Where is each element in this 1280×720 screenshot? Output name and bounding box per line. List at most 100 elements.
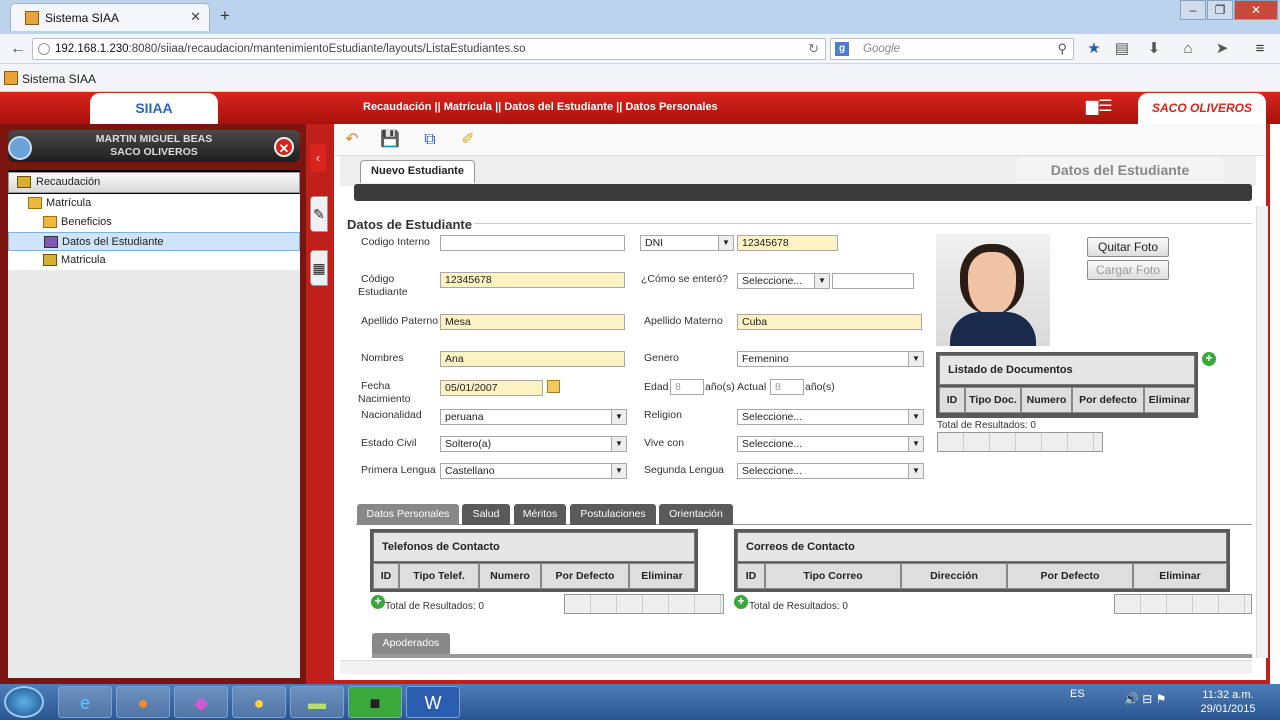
horizontal-scrollbar[interactable] [340,660,1252,674]
search-magnifier-icon[interactable]: ⚲ [1057,41,1067,57]
ie-icon[interactable]: e [58,686,112,718]
save-icon[interactable]: 💾 [378,129,402,151]
subtab-datos-personales[interactable]: Datos Personales [357,504,459,525]
tree-item-datos-estudiante[interactable]: Datos del Estudiante [8,232,300,251]
add-phone-icon[interactable]: + [371,595,385,609]
cargar-foto-button[interactable]: Cargar Foto [1087,260,1169,280]
copy-icon[interactable]: ⧉ [418,129,442,151]
bookmark-item[interactable]: Sistema SIAA [22,72,96,86]
add-document-icon[interactable]: + [1202,352,1216,366]
apellido-paterno-field[interactable]: Mesa [440,314,625,330]
nombres-field[interactable]: Ana [440,351,625,367]
search-placeholder: Google [863,43,901,55]
doc-col-id[interactable]: ID [939,387,965,413]
phone-col-por-defecto[interactable]: Por Defecto [541,563,629,589]
edad-field[interactable]: 8 [670,379,704,395]
send-icon[interactable]: ➤ [1210,38,1234,60]
phone-col-eliminar[interactable]: Eliminar [629,563,695,589]
tree-folder-matricula[interactable]: Matrícula [8,194,300,213]
doc-number-field[interactable]: 12345678 [737,235,838,251]
phones-pager[interactable] [564,594,724,614]
tree-item-matricula[interactable]: Matricula [8,251,300,270]
camtasia-icon[interactable]: ■ [348,686,402,718]
clear-brush-icon[interactable]: ✐ [456,129,480,151]
subtab-meritos[interactable]: Méritos [514,504,566,525]
breadcrumb: Recaudación || Matrícula || Datos del Es… [363,101,718,113]
subtab-apoderados[interactable]: Apoderados [372,633,450,654]
table-tab-icon[interactable]: ▦ [310,250,328,286]
vive-con-select[interactable]: Seleccione... ▼ [737,436,924,452]
como-se-entero-select[interactable]: Seleccione... ▼ [737,273,830,289]
firefox-icon[interactable]: ● [116,686,170,718]
religion-select[interactable]: Seleccione... ▼ [737,409,924,425]
window-close-button[interactable]: ✕ [1234,0,1278,20]
doc-type-value: DNI [645,237,664,249]
codigo-estudiante-field[interactable]: 12345678 [440,272,625,288]
home-icon[interactable]: ⌂ [1176,38,1200,60]
bird-app-icon[interactable]: ◆ [174,686,228,718]
user-card-icon[interactable]: ▆☰ [1086,98,1120,116]
phone-col-numero[interactable]: Numero [479,563,541,589]
maximize-button[interactable]: ❐ [1207,0,1233,20]
reload-icon[interactable]: ↻ [808,41,819,57]
documents-pager[interactable] [937,432,1103,452]
primera-lengua-select[interactable]: Castellano ▼ [440,463,627,479]
segunda-lengua-select[interactable]: Seleccione... ▼ [737,463,924,479]
quitar-foto-button[interactable]: Quitar Foto [1087,237,1169,257]
phone-col-tipo[interactable]: Tipo Telef. [399,563,479,589]
doc-col-por-defecto[interactable]: Por defecto [1072,387,1144,413]
url-bar[interactable]: 192.168.1.230:8080/siiaa/recaudacion/man… [32,38,826,60]
logo: SACO OLIVEROS [1138,93,1266,124]
yellow-app-icon[interactable]: ● [232,686,286,718]
clock[interactable]: 11:32 a.m. 29/01/2015 [1196,688,1260,716]
email-col-eliminar[interactable]: Eliminar [1133,563,1227,589]
email-col-direccion[interactable]: Dirección [901,563,1007,589]
browser-tab[interactable]: Sistema SIAA ✕ [10,3,210,31]
collapse-sidebar-icon[interactable]: ‹ [310,144,326,172]
subtab-postulaciones[interactable]: Postulaciones [570,504,656,525]
search-bar[interactable]: g Google ⚲ [830,38,1074,60]
minimize-button[interactable]: – [1180,0,1206,20]
start-button[interactable] [4,686,44,718]
tab-nuevo-estudiante[interactable]: Nuevo Estudiante [360,160,475,183]
notes-app-icon[interactable]: ▬ [290,686,344,718]
email-col-tipo[interactable]: Tipo Correo [765,563,901,589]
tray-icons[interactable]: 🔊 ⊟ ⚑ [1124,692,1166,706]
subtab-orientacion[interactable]: Orientación [659,504,733,525]
bookmark-star-icon[interactable]: ★ [1082,38,1106,60]
doc-type-select[interactable]: DNI ▼ [640,235,734,251]
add-email-icon[interactable]: + [734,595,748,609]
vertical-scrollbar[interactable] [1256,206,1268,658]
lang-indicator[interactable]: ES [1070,688,1085,700]
back-arrow-icon[interactable]: ↶ [340,129,364,151]
como-se-entero-extra-field[interactable] [832,273,914,289]
pencil-tab-icon[interactable]: ✎ [310,196,328,232]
bookmarks-list-icon[interactable]: ▤ [1110,38,1134,60]
new-tab-icon[interactable]: + [220,6,230,26]
estado-civil-select[interactable]: Soltero(a) ▼ [440,436,627,452]
tree-root-recaudacion[interactable]: Recaudación [8,172,300,193]
nacionalidad-select[interactable]: peruana ▼ [440,409,627,425]
folder-open-icon [28,197,42,209]
close-tab-icon[interactable]: ✕ [190,9,201,25]
emails-pager[interactable] [1114,594,1252,614]
calendar-icon[interactable] [547,380,560,393]
logout-icon[interactable]: ✕ [274,137,294,157]
subtab-salud[interactable]: Salud [462,504,510,525]
actual-field[interactable]: 8 [770,379,804,395]
doc-col-numero[interactable]: Numero [1021,387,1072,413]
menu-icon[interactable]: ≡ [1248,38,1272,60]
email-col-id[interactable]: ID [737,563,765,589]
email-col-por-defecto[interactable]: Por Defecto [1007,563,1133,589]
back-icon[interactable]: ← [6,38,30,60]
apellido-materno-field[interactable]: Cuba [737,314,922,330]
word-icon[interactable]: W [406,686,460,718]
phone-col-id[interactable]: ID [373,563,399,589]
doc-col-tipo[interactable]: Tipo Doc. [965,387,1021,413]
genero-select[interactable]: Femenino ▼ [737,351,924,367]
codigo-interno-field[interactable] [440,235,625,251]
fecha-nacimiento-field[interactable]: 05/01/2007 [440,380,543,396]
doc-col-eliminar[interactable]: Eliminar [1144,387,1195,413]
tree-item-beneficios[interactable]: Beneficios [8,213,300,232]
download-icon[interactable]: ⬇ [1142,38,1166,60]
